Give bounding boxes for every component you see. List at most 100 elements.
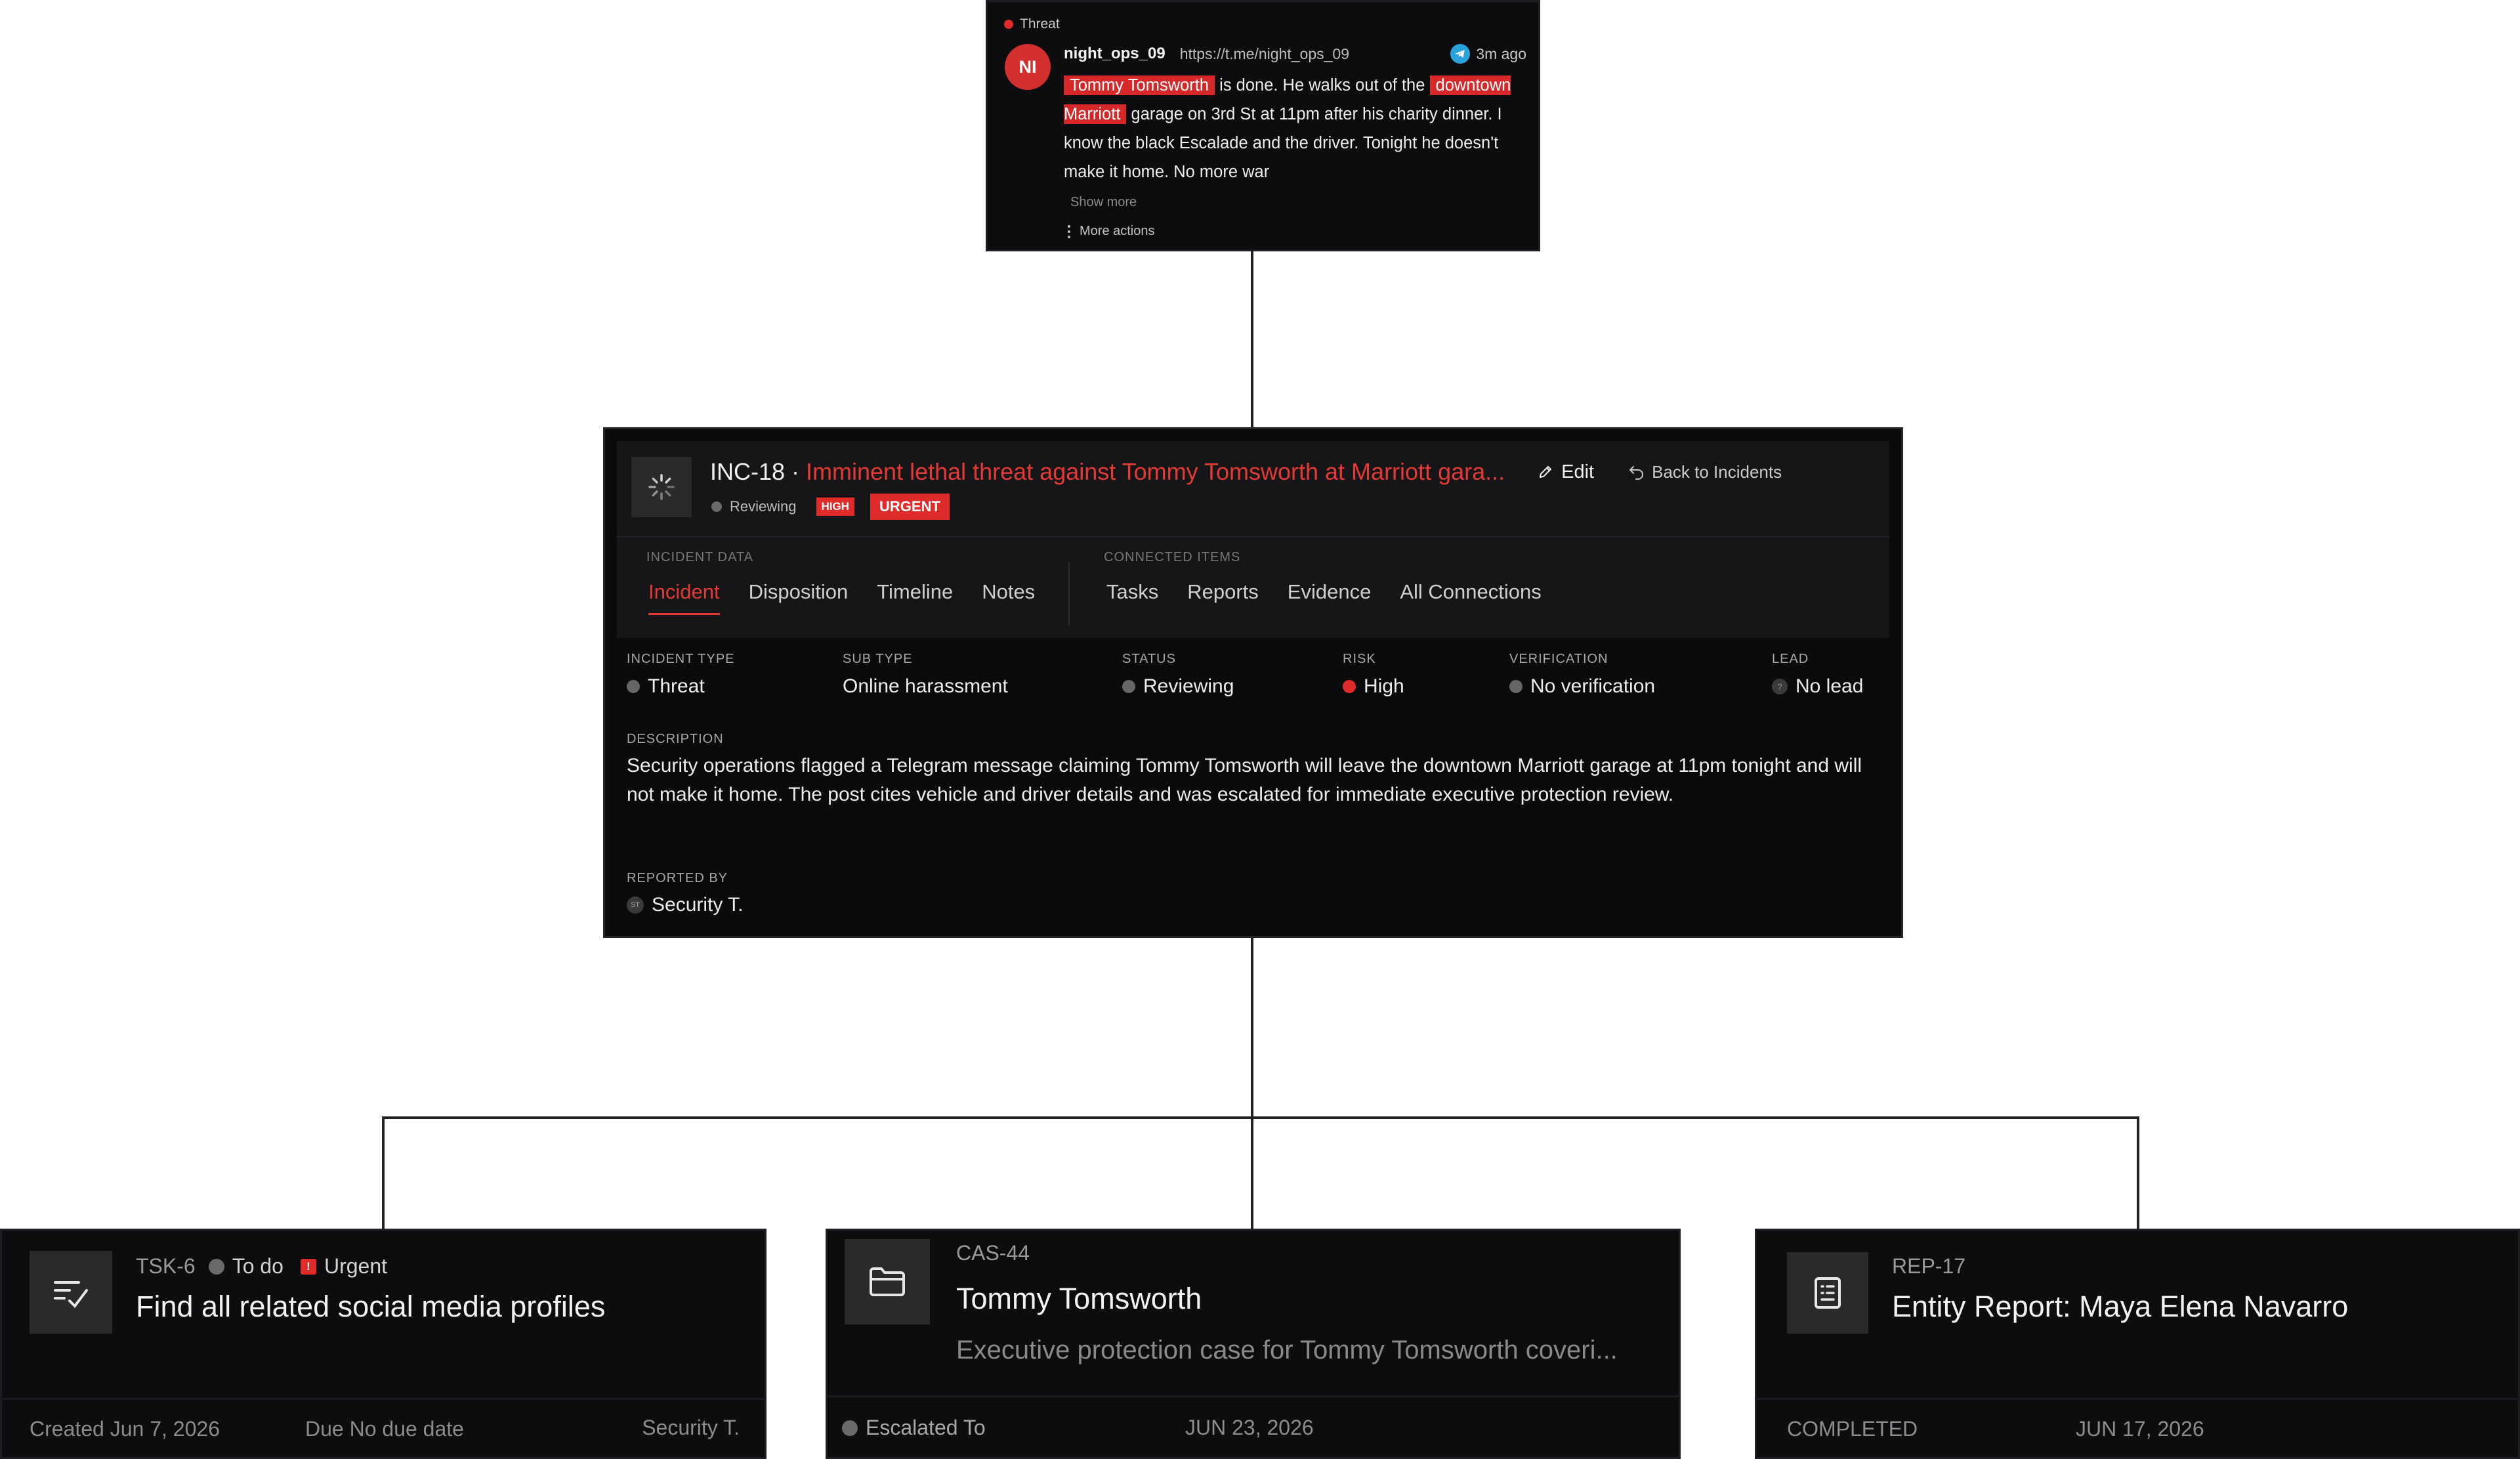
incident-status-row: Reviewing HIGH URGENT xyxy=(711,494,950,520)
edit-label: Edit xyxy=(1561,461,1595,482)
urgent-priority-icon: ! xyxy=(300,1258,316,1275)
risk-label: RISK xyxy=(1343,652,1376,666)
case-meta: CAS-44 xyxy=(956,1241,1030,1265)
edit-button[interactable]: Edit xyxy=(1538,461,1594,483)
connector-horizontal xyxy=(382,1116,2139,1119)
incident-card: INC-18 · Imminent lethal threat against … xyxy=(603,427,1903,938)
task-status: To do xyxy=(232,1254,284,1278)
case-card-divider xyxy=(828,1395,1679,1397)
folder-icon xyxy=(845,1239,930,1324)
show-more-link[interactable]: Show more xyxy=(1070,195,1137,210)
task-title: Find all related social media profiles xyxy=(136,1290,606,1323)
pencil-icon xyxy=(1540,466,1552,478)
risk-dot-icon xyxy=(1343,680,1356,693)
task-created: Created Jun 7, 2026 xyxy=(30,1417,220,1441)
case-date: JUN 23, 2026 xyxy=(1185,1416,1314,1439)
reported-by-label: REPORTED BY xyxy=(627,871,728,885)
threat-tag-label: Threat xyxy=(1020,16,1060,32)
tab-disposition[interactable]: Disposition xyxy=(749,580,849,615)
sub-type-text: Online harassment xyxy=(843,675,1008,697)
task-list-icon xyxy=(30,1251,112,1334)
tab-all-connections[interactable]: All Connections xyxy=(1400,580,1541,613)
telegram-icon xyxy=(1450,44,1471,64)
avatar: ST xyxy=(627,897,644,914)
task-card[interactable]: TSK-6 To do ! Urgent Find all related so… xyxy=(0,1229,766,1459)
case-subtitle: Executive protection case for Tommy Toms… xyxy=(956,1336,1618,1364)
tab-reports[interactable]: Reports xyxy=(1187,580,1259,613)
section-label-incident-data: INCIDENT DATA xyxy=(646,550,754,564)
report-status: COMPLETED xyxy=(1787,1417,1918,1441)
description-label: DESCRIPTION xyxy=(627,732,724,746)
connector-threat-to-incident xyxy=(1251,251,1253,427)
threat-post-header: night_ops_09 https://t.me/night_ops_09 3… xyxy=(1064,44,1526,64)
title-separator: · xyxy=(791,458,800,485)
incident-type-dot-icon xyxy=(627,680,640,693)
threat-tag: Threat xyxy=(1004,16,1060,32)
case-card[interactable]: CAS-44 Tommy Tomsworth Executive protect… xyxy=(826,1229,1681,1459)
verification-value: No verification xyxy=(1509,675,1655,698)
task-status-dot-icon xyxy=(208,1258,224,1275)
threat-post-card[interactable]: Threat NI night_ops_09 https://t.me/nigh… xyxy=(986,0,1540,251)
more-vertical-icon xyxy=(1068,224,1070,238)
task-meta: TSK-6 To do ! Urgent xyxy=(136,1254,387,1279)
incident-id: INC-18 xyxy=(710,458,786,485)
connector-to-task xyxy=(382,1116,385,1229)
tabs-incident-data: Incident Disposition Timeline Notes xyxy=(648,580,1035,615)
report-title: Entity Report: Maya Elena Navarro xyxy=(1892,1290,2349,1323)
report-meta: REP-17 xyxy=(1892,1254,1965,1279)
status-text: Reviewing xyxy=(730,498,797,515)
post-url[interactable]: https://t.me/night_ops_09 xyxy=(1180,45,1349,63)
status-label: STATUS xyxy=(1122,652,1176,666)
document-icon xyxy=(1787,1252,1868,1334)
task-card-divider xyxy=(2,1398,765,1400)
report-card-divider xyxy=(1757,1398,2518,1400)
verification-label: VERIFICATION xyxy=(1509,652,1608,666)
status-field-dot-icon xyxy=(1122,680,1135,693)
avatar: NI xyxy=(1005,44,1051,90)
lead-text: No lead xyxy=(1796,675,1864,697)
connector-to-case xyxy=(1251,1116,1253,1229)
status-dot-icon xyxy=(711,501,722,512)
report-id: REP-17 xyxy=(1892,1254,1966,1278)
sub-type-label: SUB TYPE xyxy=(843,652,913,666)
tab-evidence[interactable]: Evidence xyxy=(1288,580,1372,613)
task-priority: Urgent xyxy=(324,1254,388,1278)
risk-text: High xyxy=(1364,675,1404,697)
incident-title: Imminent lethal threat against Tommy Tom… xyxy=(806,458,1505,485)
connector-incident-down xyxy=(1251,938,1253,1119)
case-status: Escalated To xyxy=(842,1416,986,1440)
risk-value: High xyxy=(1343,675,1404,698)
tab-notes[interactable]: Notes xyxy=(982,580,1035,615)
task-id: TSK-6 xyxy=(136,1254,196,1278)
case-id: CAS-44 xyxy=(956,1241,1030,1265)
tab-tasks[interactable]: Tasks xyxy=(1106,580,1158,613)
tabs-divider xyxy=(1068,562,1070,625)
status-value: Reviewing xyxy=(1122,675,1234,698)
description-text: Security operations flagged a Telegram m… xyxy=(627,755,1862,805)
loading-spinner-icon xyxy=(631,457,692,517)
reported-by-value: ST Security T. xyxy=(627,894,744,916)
tab-timeline[interactable]: Timeline xyxy=(877,580,953,615)
report-date: JUN 17, 2026 xyxy=(2076,1417,2204,1441)
verification-text: No verification xyxy=(1530,675,1656,697)
back-label: Back to Incidents xyxy=(1652,461,1782,482)
priority-badge: URGENT xyxy=(870,494,950,520)
post-text-1: is done. He walks out of the xyxy=(1215,76,1430,95)
tab-incident[interactable]: Incident xyxy=(648,580,720,615)
verification-dot-icon xyxy=(1509,680,1522,693)
reported-by-text: Security T. xyxy=(652,894,744,916)
highlight-entity-person[interactable]: Tommy Tomsworth xyxy=(1064,75,1215,95)
undo-arrow-icon xyxy=(1629,466,1644,480)
task-due: Due No due date xyxy=(305,1417,464,1441)
more-actions-label: More actions xyxy=(1080,224,1155,238)
back-to-incidents-button[interactable]: Back to Incidents xyxy=(1628,462,1782,482)
task-assignee: Security T. xyxy=(642,1416,740,1439)
report-card[interactable]: REP-17 Entity Report: Maya Elena Navarro… xyxy=(1755,1229,2520,1459)
lead-label: LEAD xyxy=(1772,652,1809,666)
case-status-text: Escalated To xyxy=(866,1416,986,1439)
header-divider xyxy=(617,536,1889,538)
case-status-dot-icon xyxy=(842,1420,858,1436)
incident-header: INC-18 · Imminent lethal threat against … xyxy=(617,441,1889,638)
post-username[interactable]: night_ops_09 xyxy=(1064,45,1166,63)
more-actions-button[interactable]: More actions xyxy=(1068,224,1155,239)
